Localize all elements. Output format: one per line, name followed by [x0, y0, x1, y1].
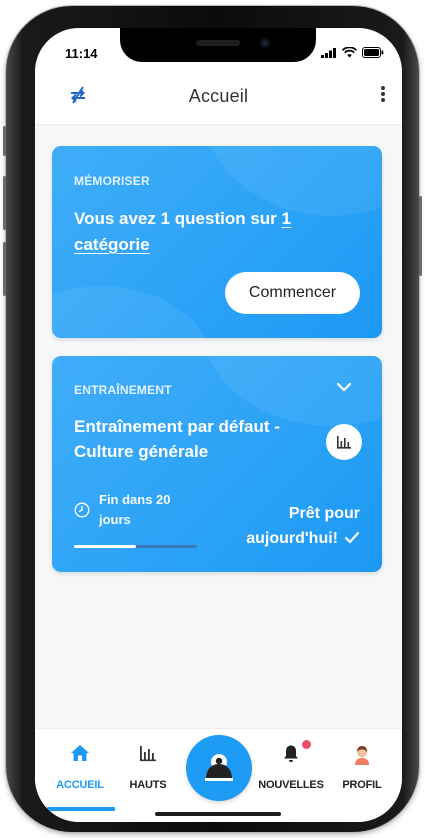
buzzer-icon — [205, 754, 233, 781]
front-camera — [260, 38, 270, 48]
home-icon — [71, 745, 89, 761]
clock-icon — [74, 502, 90, 518]
end-date-text: Fin dans 20 jours — [99, 492, 171, 527]
memorize-label: MÉMORISER — [74, 174, 150, 188]
chevron-down-icon[interactable] — [336, 380, 352, 394]
stats-button[interactable] — [326, 424, 362, 460]
play-center-button[interactable] — [186, 735, 252, 801]
phone-frame: 11:14 Accueil MÉMORISER Vous avez 1 ques… — [3, 6, 422, 832]
more-vertical-icon[interactable] — [380, 84, 386, 106]
active-tab-indicator — [47, 807, 115, 811]
signal-icon — [321, 47, 336, 58]
question-text: Vous avez 1 question sur — [74, 209, 282, 228]
status-icons — [321, 47, 384, 58]
start-button[interactable]: Commencer — [225, 272, 360, 314]
tab-profile[interactable]: PROFIL — [327, 729, 397, 809]
wifi-icon — [342, 47, 357, 58]
notification-badge — [302, 740, 311, 749]
ready-line1: Prêt pour — [288, 505, 360, 522]
ready-line2: aujourd'hui! — [246, 530, 338, 547]
training-progress-bar — [74, 545, 197, 548]
speaker — [196, 40, 240, 46]
page-title: Accueil — [188, 86, 249, 106]
question-summary: Vous avez 1 question sur 1 catégorie — [74, 206, 354, 258]
power-button — [419, 196, 422, 276]
tab-news[interactable]: NOUVELLES — [256, 729, 326, 809]
battery-icon — [362, 47, 384, 58]
volume-down-button — [3, 242, 6, 296]
bar-chart-icon — [140, 746, 156, 762]
avatar-icon — [355, 746, 369, 765]
checkmark-icon — [344, 528, 360, 553]
mute-switch — [3, 126, 6, 156]
training-title: Entraînement par défaut - Culture généra… — [74, 417, 280, 461]
home-indicator — [155, 812, 281, 816]
training-label: ENTRAÎNEMENT — [74, 383, 172, 397]
tab-news-label: NOUVELLES — [258, 779, 324, 791]
training-progress-fill — [74, 545, 136, 548]
memorize-card: MÉMORISER Vous avez 1 question sur 1 cat… — [52, 146, 382, 338]
tab-tops[interactable]: HAUTS — [113, 729, 183, 809]
volume-up-button — [3, 176, 6, 230]
notch — [120, 28, 316, 62]
card-bubble-decoration — [52, 286, 212, 338]
bar-chart-icon — [337, 436, 351, 449]
training-card: ENTRAÎNEMENT Entraînement par défaut - C… — [52, 356, 382, 572]
tab-profile-label: PROFIL — [342, 779, 382, 791]
tab-home[interactable]: ACCUEIL — [45, 729, 115, 811]
tab-tops-label: HAUTS — [129, 779, 167, 791]
app-bar: Accueil — [35, 68, 402, 125]
screen: 11:14 Accueil MÉMORISER Vous avez 1 ques… — [35, 28, 402, 822]
ready-status: Prêt pour aujourd'hui! — [246, 501, 360, 553]
status-time: 11:14 — [65, 46, 98, 61]
bell-icon — [284, 745, 298, 762]
